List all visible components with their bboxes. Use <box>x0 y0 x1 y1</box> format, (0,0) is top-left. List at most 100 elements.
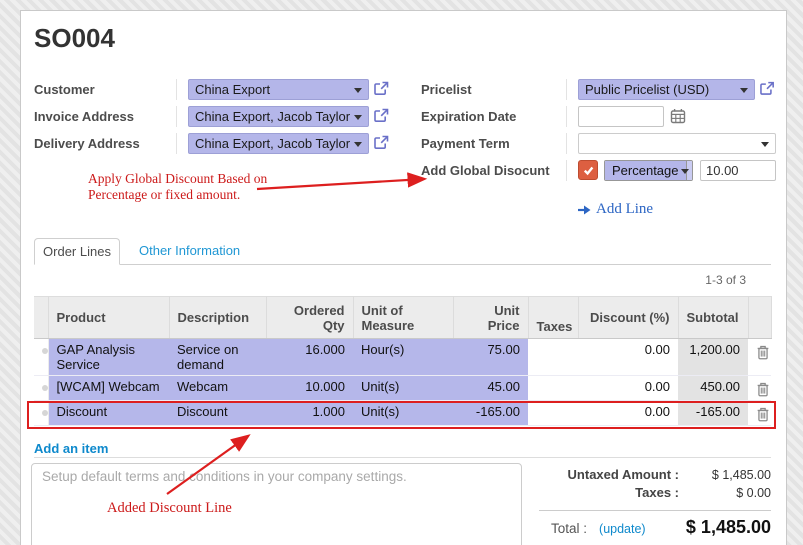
trash-icon[interactable] <box>756 345 770 360</box>
row-drag-handle[interactable] <box>34 376 48 401</box>
trash-icon[interactable] <box>756 382 770 397</box>
customer-control: China Export <box>176 79 396 100</box>
customer-label: Customer <box>34 79 176 100</box>
cell-actions <box>748 339 771 376</box>
sales-order-page: SO004 Customer China Export Invoice Addr… <box>0 0 803 545</box>
discount-type-value: Percentage <box>605 161 686 180</box>
taxes-value: $ 0.00 <box>679 486 771 500</box>
cell-discount[interactable]: 0.00 <box>578 376 678 401</box>
col-description[interactable]: Description <box>169 297 266 339</box>
cell-uom[interactable]: Hour(s) <box>353 339 453 376</box>
totals-divider <box>539 510 771 511</box>
cell-product[interactable]: GAP Analysis Service <box>48 339 169 376</box>
handle-header <box>34 297 48 339</box>
col-discount[interactable]: Discount (%) <box>578 297 678 339</box>
pricelist-control: Public Pricelist (USD) <box>566 79 776 100</box>
payment-term-control <box>566 133 776 154</box>
external-link-icon[interactable] <box>759 80 776 97</box>
check-icon <box>582 164 595 177</box>
cell-product[interactable]: Discount <box>48 401 169 426</box>
untaxed-amount-value: $ 1,485.00 <box>679 468 771 482</box>
order-lines-table: Product Description Ordered Qty Unit of … <box>34 296 772 426</box>
chevron-down-icon <box>761 142 769 147</box>
add-line-link[interactable]: Add Line <box>577 201 653 218</box>
add-line-label: Add Line <box>596 201 653 218</box>
table-header-row: Product Description Ordered Qty Unit of … <box>34 297 771 339</box>
cell-description[interactable]: Service on demand <box>169 339 266 376</box>
external-link-icon[interactable] <box>373 80 390 97</box>
row-drag-handle[interactable] <box>34 401 48 426</box>
discount-type-select[interactable]: Percentage <box>604 160 693 181</box>
cell-unit-price[interactable]: 45.00 <box>453 376 528 401</box>
add-an-item-link[interactable]: Add an item <box>34 441 108 456</box>
cell-discount[interactable]: 0.00 <box>578 339 678 376</box>
cell-subtotal: 450.00 <box>678 376 748 401</box>
table-row[interactable]: GAP Analysis Service Service on demand 1… <box>34 339 771 376</box>
cell-description[interactable]: Webcam <box>169 376 266 401</box>
discount-value-input[interactable] <box>700 160 776 181</box>
col-product[interactable]: Product <box>48 297 169 339</box>
external-link-icon[interactable] <box>373 107 390 124</box>
customer-value: China Export <box>195 82 270 97</box>
cell-unit-price[interactable]: 75.00 <box>453 339 528 376</box>
invoice-address-value: China Export, Jacob Taylor <box>195 109 350 124</box>
notebook-tabbar: Order Lines Other Information <box>34 238 771 265</box>
cell-qty[interactable]: 10.000 <box>266 376 353 401</box>
cell-unit-price[interactable]: -165.00 <box>453 401 528 426</box>
chevron-down-icon <box>354 88 362 93</box>
add-global-discount-control: Percentage <box>566 160 776 181</box>
totals-block: Untaxed Amount : $ 1,485.00 Taxes : $ 0.… <box>529 467 771 538</box>
cell-taxes[interactable] <box>528 376 578 401</box>
expiration-date-control <box>566 106 776 127</box>
delivery-address-select[interactable]: China Export, Jacob Taylor <box>188 133 369 154</box>
record-pager[interactable]: 1-3 of 3 <box>676 273 746 287</box>
external-link-icon[interactable] <box>373 134 390 151</box>
cell-uom[interactable]: Unit(s) <box>353 376 453 401</box>
cell-qty[interactable]: 16.000 <box>266 339 353 376</box>
trash-icon[interactable] <box>756 407 770 422</box>
terms-conditions-textarea[interactable] <box>31 463 522 545</box>
cell-description[interactable]: Discount <box>169 401 266 426</box>
delivery-address-control: China Export, Jacob Taylor <box>176 133 396 154</box>
cell-discount[interactable]: 0.00 <box>578 401 678 426</box>
col-unit-price[interactable]: Unit Price <box>453 297 528 339</box>
table-row[interactable]: [WCAM] Webcam Webcam 10.000 Unit(s) 45.0… <box>34 376 771 401</box>
col-unit-of-measure[interactable]: Unit of Measure <box>353 297 453 339</box>
col-ordered-qty[interactable]: Ordered Qty <box>266 297 353 339</box>
cell-qty[interactable]: 1.000 <box>266 401 353 426</box>
expiration-date-input[interactable] <box>578 106 664 127</box>
cell-taxes[interactable] <box>528 401 578 426</box>
row-drag-handle[interactable] <box>34 339 48 376</box>
calendar-icon[interactable] <box>670 108 686 124</box>
col-taxes[interactable]: Taxes <box>528 297 578 339</box>
cell-subtotal: -165.00 <box>678 401 748 426</box>
update-link[interactable]: (update) <box>599 522 646 536</box>
right-field-group: Pricelist Public Pricelist (USD) Expirat… <box>421 79 776 181</box>
invoice-address-control: China Export, Jacob Taylor <box>176 106 396 127</box>
expiration-date-label: Expiration Date <box>421 106 566 127</box>
cell-product[interactable]: [WCAM] Webcam <box>48 376 169 401</box>
table-row-discount[interactable]: Discount Discount 1.000 Unit(s) -165.00 … <box>34 401 771 426</box>
col-subtotal[interactable]: Subtotal <box>678 297 748 339</box>
invoice-address-label: Invoice Address <box>34 106 176 127</box>
cell-taxes[interactable] <box>528 339 578 376</box>
cell-subtotal: 1,200.00 <box>678 339 748 376</box>
invoice-address-select[interactable]: China Export, Jacob Taylor <box>188 106 369 127</box>
tab-order-lines[interactable]: Order Lines <box>34 238 120 265</box>
cell-actions <box>748 401 771 426</box>
chevron-down-icon <box>354 115 362 120</box>
cell-uom[interactable]: Unit(s) <box>353 401 453 426</box>
total-value: $ 1,485.00 <box>646 517 771 538</box>
actions-header <box>748 297 771 339</box>
discount-type-dropdown-button[interactable] <box>686 161 693 180</box>
section-divider <box>34 457 771 458</box>
page-title: SO004 <box>34 23 115 54</box>
global-discount-checkbox[interactable] <box>578 160 598 180</box>
pricelist-select[interactable]: Public Pricelist (USD) <box>578 79 755 100</box>
left-field-group: Customer China Export Invoice Address Ch… <box>34 79 396 154</box>
tab-other-information[interactable]: Other Information <box>139 238 240 264</box>
cell-actions <box>748 376 771 401</box>
untaxed-amount-label: Untaxed Amount : <box>529 467 679 482</box>
customer-select[interactable]: China Export <box>188 79 369 100</box>
payment-term-select[interactable] <box>578 133 776 154</box>
